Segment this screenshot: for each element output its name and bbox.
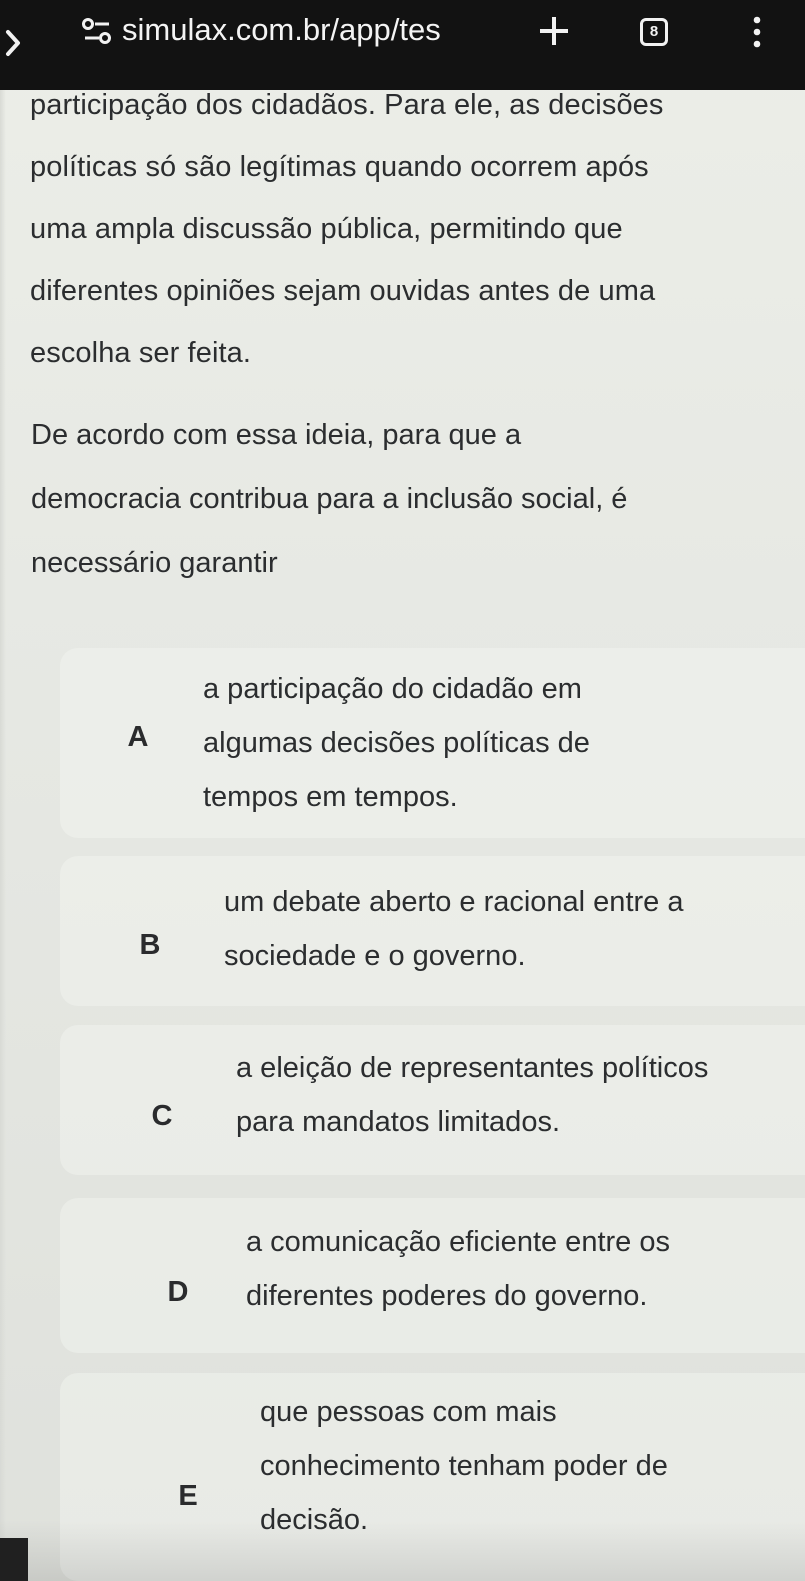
question-line: necessário garantir [31, 547, 278, 579]
option-line: que pessoas com mais [260, 1396, 557, 1428]
passage-line: uma ampla discussão pública, permitindo … [30, 213, 623, 245]
option-line: um debate aberto e racional entre a [224, 886, 684, 918]
passage-line: diferentes opiniões sejam ouvidas antes … [30, 275, 656, 307]
option-line: a eleição de representantes políticos [236, 1052, 709, 1084]
question-content: participação dos cidadãos. Para ele, as … [0, 0, 805, 1581]
option-letter: A [127, 721, 149, 753]
passage-text: participação dos cidadãos. Para ele, as … [30, 74, 777, 384]
option-text: um debate aberto e racional entre a soci… [224, 875, 683, 983]
passage-line: políticas só são legítimas quando ocorre… [30, 151, 649, 183]
option-text: a comunicação eficiente entre os diferen… [246, 1215, 670, 1323]
tab-count-button[interactable]: 8 [640, 18, 668, 46]
option-line: a comunicação eficiente entre os [246, 1226, 670, 1258]
more-vertical-icon[interactable] [744, 12, 770, 52]
screen-corner [0, 1538, 28, 1581]
option-text: a participação do cidadão em algumas dec… [203, 662, 590, 824]
option-line: para mandatos limitados. [236, 1106, 560, 1138]
option-line: tempos em tempos. [203, 781, 458, 813]
option-line: a participação do cidadão em [203, 673, 582, 705]
option-line: conhecimento tenham poder de [260, 1450, 668, 1482]
option-letter: E [178, 1480, 198, 1512]
question-line: democracia contribua para a inclusão soc… [31, 483, 628, 515]
back-arrow-icon[interactable] [0, 26, 34, 60]
option-d[interactable]: D a comunicação eficiente entre os difer… [60, 1198, 805, 1353]
option-text: a eleição de representantes políticos pa… [236, 1041, 708, 1149]
option-letter: C [151, 1100, 173, 1132]
question-text: De acordo com essa ideia, para que a dem… [31, 403, 751, 595]
question-line: De acordo com essa ideia, para que a [31, 419, 522, 451]
option-line: sociedade e o governo. [224, 940, 526, 972]
url-bar[interactable]: simulax.com.br/app/tes [122, 10, 520, 50]
browser-toolbar: simulax.com.br/app/tes 8 [0, 0, 805, 90]
option-c[interactable]: C a eleição de representantes políticos … [60, 1025, 805, 1175]
screen: participação dos cidadãos. Para ele, as … [0, 0, 805, 1581]
plus-icon[interactable] [536, 13, 572, 49]
screen-edge-shadow [0, 90, 6, 1581]
option-b[interactable]: B um debate aberto e racional entre a so… [60, 856, 805, 1006]
bottom-shadow [0, 1520, 805, 1581]
site-settings-icon[interactable] [80, 14, 114, 48]
option-line: diferentes poderes do governo. [246, 1280, 648, 1312]
option-a[interactable]: A a participação do cidadão em algumas d… [60, 648, 805, 838]
option-letter: D [167, 1276, 189, 1308]
passage-line: participação dos cidadãos. Para ele, as … [30, 89, 664, 121]
option-letter: B [139, 929, 161, 961]
option-line: algumas decisões políticas de [203, 727, 590, 759]
passage-line: escolha ser feita. [30, 337, 252, 369]
